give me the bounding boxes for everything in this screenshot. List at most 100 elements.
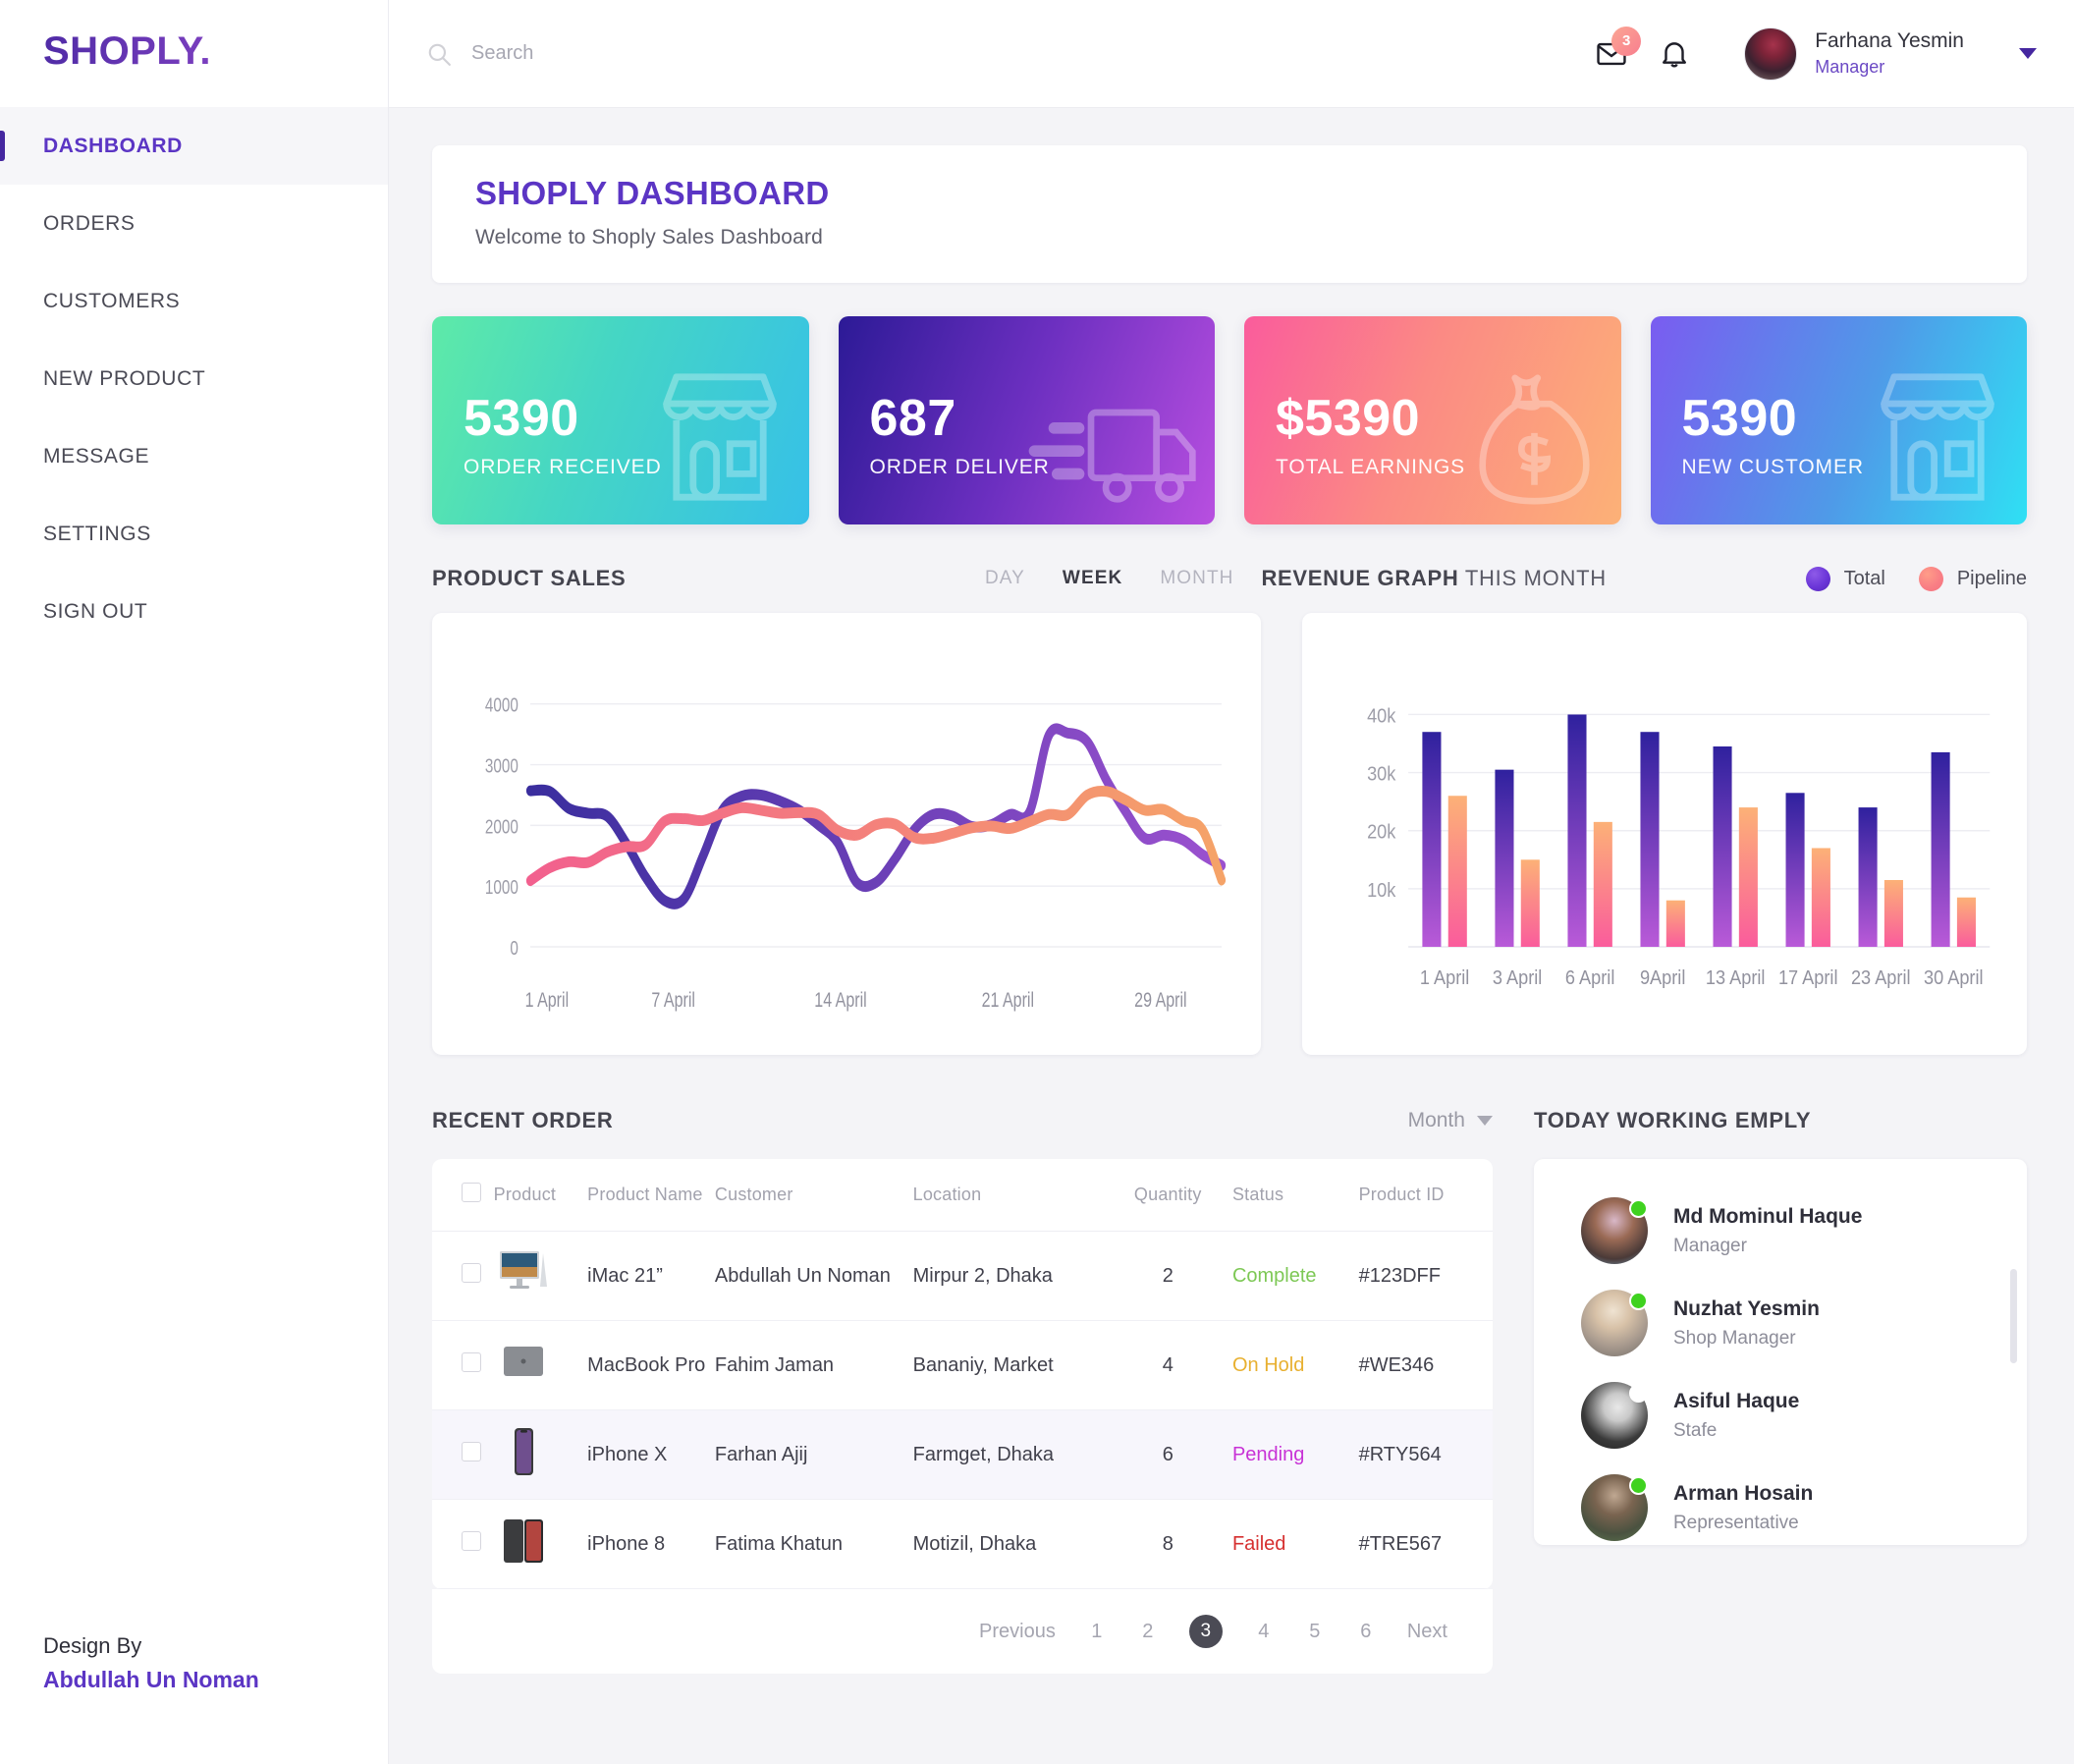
notifications-button[interactable] bbox=[1658, 37, 1691, 71]
search-icon bbox=[428, 43, 451, 66]
sidebar-item-customers[interactable]: CUSTOMERS bbox=[0, 262, 388, 340]
sidebar-item-orders[interactable]: ORDERS bbox=[0, 185, 388, 262]
page-content: SHOPLY DASHBOARD Welcome to Shoply Sales… bbox=[389, 108, 2074, 1764]
tab-week[interactable]: WEEK bbox=[1063, 568, 1122, 589]
employee-list-item[interactable]: Arman Hosain Representative bbox=[1534, 1461, 2027, 1545]
location-cell: Motizil, Dhaka bbox=[912, 1499, 1104, 1589]
pagination-page-5[interactable]: 5 bbox=[1305, 1621, 1325, 1643]
brand-logo[interactable]: SHOPLY. bbox=[0, 0, 388, 101]
select-all-checkbox[interactable] bbox=[462, 1183, 481, 1202]
sidebar-item-message[interactable]: MESSAGE bbox=[0, 417, 388, 495]
stat-card-order-deliver[interactable]: 687 ORDER DELIVER bbox=[838, 316, 1215, 524]
top-bar: 3 Farhana Yesmin Manager bbox=[389, 0, 2074, 108]
product-id-cell: #RTY564 bbox=[1358, 1409, 1493, 1500]
employee-name: Arman Hosain bbox=[1672, 1481, 1814, 1505]
svg-text:1 April: 1 April bbox=[1420, 967, 1469, 989]
product-name-cell: iPhone 8 bbox=[587, 1499, 715, 1589]
product-image-cell bbox=[493, 1231, 588, 1321]
employee-list-item[interactable]: Nuzhat Yesmin Shop Manager bbox=[1534, 1277, 2027, 1369]
sidebar-nav: DASHBOARD ORDERS CUSTOMERS NEW PRODUCT MESSA… bbox=[0, 107, 388, 650]
sidebar-item-new-product[interactable]: NEW PRODUCT bbox=[0, 340, 388, 417]
employee-avatar-wrap bbox=[1580, 1290, 1648, 1356]
column-header-product-id: Product ID bbox=[1358, 1159, 1493, 1232]
table-header-row: Product Product Name Customer Location Quant… bbox=[432, 1159, 1493, 1232]
product-sales-line-chart: 0 1000 2000 3000 4000 1 April 7 April 14 April 2… bbox=[485, 694, 1227, 1012]
pagination-previous[interactable]: Previous bbox=[979, 1621, 1056, 1643]
pagination-page-1[interactable]: 1 bbox=[1087, 1621, 1107, 1643]
column-header-customer: Customer bbox=[714, 1159, 913, 1232]
employees-scrollbar[interactable] bbox=[2010, 1269, 2017, 1363]
customer-cell: Fahim Jaman bbox=[714, 1320, 913, 1410]
employee-name: Md Mominul Haque bbox=[1672, 1204, 1863, 1228]
online-status-indicator bbox=[1628, 1292, 1648, 1310]
shop-icon bbox=[1854, 349, 2021, 524]
mail-button[interactable]: 3 bbox=[1595, 26, 1642, 71]
designer-credit: Design By Abdullah Un Noman bbox=[43, 1633, 259, 1693]
table-row[interactable]: iPhone 8 Fatima Khatun Motizil, Dhaka 8 Fail… bbox=[432, 1499, 1493, 1589]
customer-cell: Fatima Khatun bbox=[714, 1499, 913, 1589]
legend-item-total: Total bbox=[1805, 566, 1885, 591]
charts-row: 0 1000 2000 3000 4000 1 April 7 April 14 April 2… bbox=[432, 613, 2027, 1055]
stat-card-order-received[interactable]: 5390 ORDER RECEIVED bbox=[432, 316, 809, 524]
legend-label: Total bbox=[1843, 567, 1885, 589]
pagination-page-3[interactable]: 3 bbox=[1188, 1615, 1223, 1648]
svg-text:10k: 10k bbox=[1368, 880, 1397, 902]
employee-avatar-wrap bbox=[1580, 1197, 1648, 1264]
employee-avatar-wrap bbox=[1580, 1474, 1648, 1541]
charts-header: PRODUCT SALES DAY WEEK MONTH REVENUE GRAPH… bbox=[432, 566, 2027, 591]
chevron-down-icon[interactable] bbox=[2019, 48, 2037, 59]
user-profile[interactable]: Farhana Yesmin Manager bbox=[1744, 27, 1964, 81]
pagination-page-2[interactable]: 2 bbox=[1138, 1621, 1158, 1643]
search-box[interactable] bbox=[426, 41, 1595, 67]
recent-order-section: RECENT ORDER Month Product Product Name Cu… bbox=[432, 1106, 1493, 1674]
page-title-card: SHOPLY DASHBOARD Welcome to Shoply Sales… bbox=[432, 145, 2027, 283]
iphone-x-thumbnail bbox=[514, 1428, 533, 1475]
table-row[interactable]: iMac 21” Abdullah Un Noman Mirpur 2, Dhaka… bbox=[432, 1231, 1493, 1321]
pagination: Previous 1 2 3 4 5 6 Next bbox=[432, 1589, 1493, 1674]
online-status-indicator bbox=[1628, 1199, 1648, 1218]
row-checkbox[interactable] bbox=[462, 1352, 481, 1372]
imac-thumbnail bbox=[499, 1251, 547, 1289]
sidebar-item-settings[interactable]: SETTINGS bbox=[0, 495, 388, 573]
pagination-next[interactable]: Next bbox=[1407, 1621, 1447, 1643]
tab-month[interactable]: MONTH bbox=[1160, 568, 1233, 589]
svg-text:30 April: 30 April bbox=[1924, 967, 1984, 989]
sidebar-item-dashboard[interactable]: DASHBOARD bbox=[0, 107, 388, 185]
stat-card-total-earnings[interactable]: $5390 TOTAL EARNINGS bbox=[1244, 316, 1621, 524]
svg-text:6 April: 6 April bbox=[1565, 967, 1614, 989]
revenue-title-light: THIS MONTH bbox=[1458, 566, 1607, 590]
column-header-product-name: Product Name bbox=[587, 1159, 715, 1232]
sidebar-item-label: SETTINGS bbox=[43, 522, 151, 545]
range-tabs: DAY WEEK MONTH bbox=[985, 568, 1234, 589]
pagination-page-6[interactable]: 6 bbox=[1356, 1621, 1376, 1643]
sidebar-item-sign-out[interactable]: SIGN OUT bbox=[0, 573, 388, 650]
stat-card-new-customer[interactable]: 5390 NEW CUSTOMER bbox=[1650, 316, 2027, 524]
pagination-page-4[interactable]: 4 bbox=[1254, 1621, 1274, 1643]
svg-text:14 April: 14 April bbox=[814, 988, 866, 1012]
employee-info: Asiful Haque Stafe bbox=[1673, 1390, 1799, 1442]
main-area: 3 Farhana Yesmin Manager bbox=[389, 0, 2074, 1764]
employee-name: Asiful Haque bbox=[1672, 1389, 1800, 1412]
quantity-cell: 2 bbox=[1103, 1231, 1232, 1321]
truck-icon bbox=[1012, 378, 1209, 524]
sidebar-item-label: SIGN OUT bbox=[43, 599, 148, 623]
quantity-cell: 4 bbox=[1103, 1320, 1232, 1410]
table-row[interactable]: MacBook Pro Fahim Jaman Bananiy, Market 4 On… bbox=[432, 1320, 1493, 1410]
table-row[interactable]: iPhone X Farhan Ajij Farmget, Dhaka 6 Pendin… bbox=[432, 1409, 1493, 1500]
tab-day[interactable]: DAY bbox=[985, 568, 1025, 589]
mail-badge: 3 bbox=[1611, 26, 1642, 56]
svg-text:29 April: 29 April bbox=[1134, 988, 1186, 1012]
svg-text:0: 0 bbox=[510, 937, 518, 959]
employee-list-item[interactable]: Asiful Haque Stafe bbox=[1534, 1369, 2027, 1461]
employee-list-item[interactable]: Md Mominul Haque Manager bbox=[1534, 1185, 2027, 1277]
revenue-title-bold: REVENUE GRAPH bbox=[1261, 566, 1459, 590]
row-checkbox[interactable] bbox=[462, 1263, 481, 1283]
row-checkbox[interactable] bbox=[462, 1442, 481, 1461]
product-name-cell: MacBook Pro bbox=[587, 1320, 715, 1410]
search-input[interactable] bbox=[471, 42, 825, 65]
product-sales-chart-card: 0 1000 2000 3000 4000 1 April 7 April 14 April 2… bbox=[432, 613, 1262, 1055]
month-filter[interactable]: Month bbox=[1408, 1109, 1493, 1132]
svg-text:30k: 30k bbox=[1368, 764, 1397, 786]
row-checkbox[interactable] bbox=[462, 1531, 481, 1551]
legend-swatch bbox=[1805, 566, 1830, 591]
